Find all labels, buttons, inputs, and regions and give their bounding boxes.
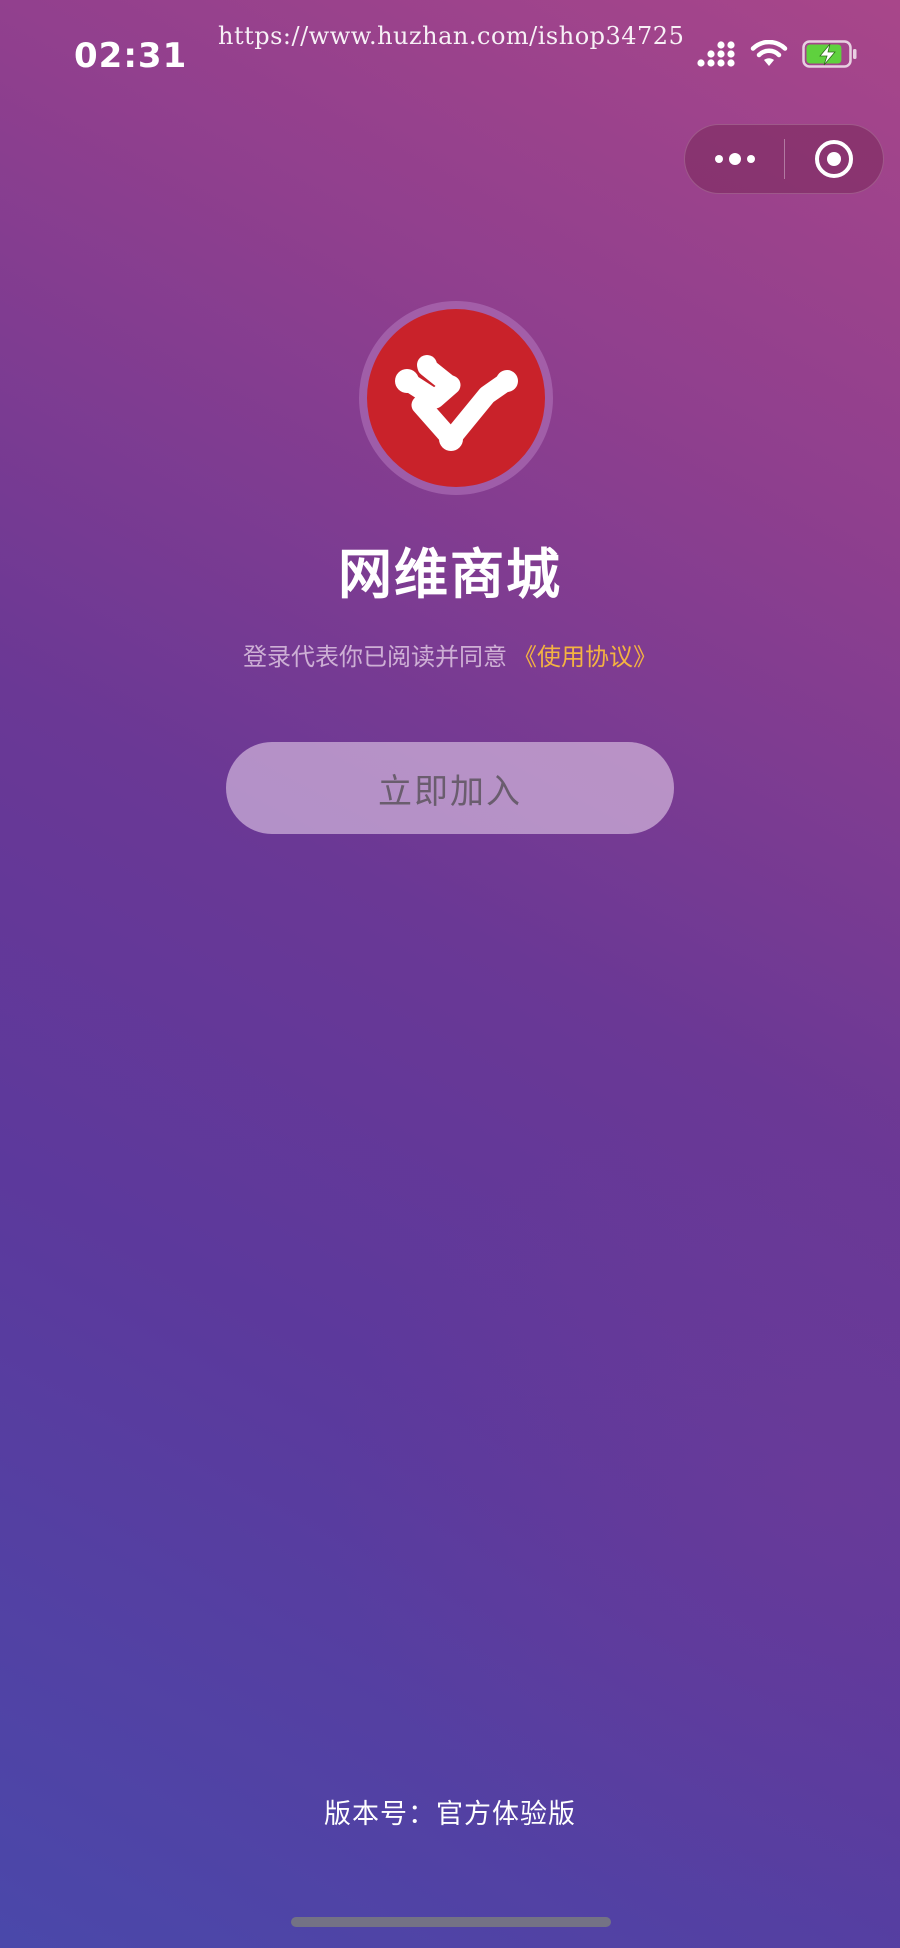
join-now-button[interactable]: 立即加入	[226, 742, 674, 834]
version-label: 版本号：官方体验版	[324, 1799, 576, 1830]
home-indicator[interactable]	[291, 1917, 611, 1927]
terms-link[interactable]: 《使用协议》	[513, 643, 657, 671]
target-circle-icon	[814, 140, 853, 178]
app-logo	[359, 301, 553, 495]
watermark-text: https://www.huzhan.com/ishop34725	[218, 22, 685, 50]
app-logo-circle	[367, 309, 545, 487]
mini-program-capsule	[684, 124, 884, 194]
cellular-signal-icon	[697, 41, 735, 67]
status-icons	[696, 40, 858, 68]
app-name: 网维商城	[338, 543, 562, 606]
agreement-text: 登录代表你已阅读并同意 《使用协议》	[0, 637, 900, 672]
login-screen: 02:31 https://www.huzhan.com/ishop34725	[0, 0, 900, 1948]
network-v-logo-icon	[395, 355, 518, 451]
battery-charging-icon	[802, 40, 857, 68]
more-button[interactable]	[685, 124, 784, 194]
agreement-prefix: 登录代表你已阅读并同意	[243, 643, 507, 671]
close-button[interactable]	[785, 124, 883, 194]
more-dots-icon	[714, 155, 723, 163]
status-time: 02:31	[74, 36, 188, 76]
wifi-icon	[750, 40, 788, 66]
